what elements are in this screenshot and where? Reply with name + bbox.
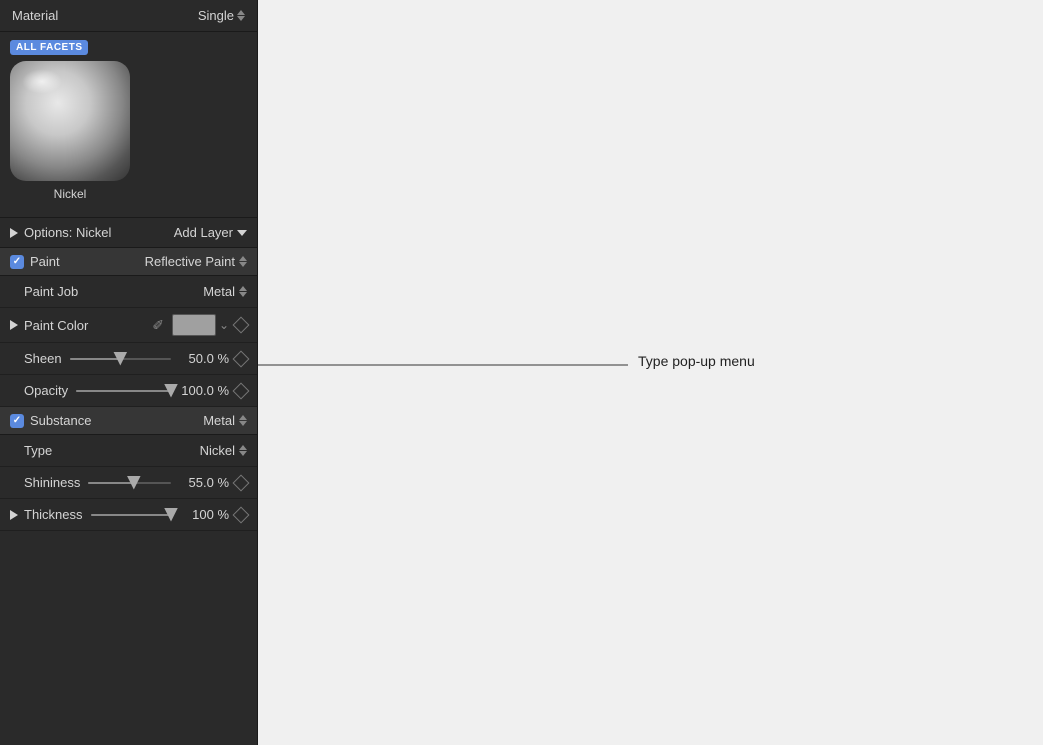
paint-job-label: Paint Job	[24, 284, 78, 299]
left-panel: Material Single ALL FACETS Nickel Option…	[0, 0, 258, 745]
annotation-svg	[258, 310, 1043, 745]
opacity-slider-fill	[76, 390, 171, 392]
shininess-slider-track[interactable]	[88, 482, 171, 484]
thickness-value: 100 %	[179, 507, 229, 522]
paint-job-stepper[interactable]	[239, 286, 247, 297]
thickness-row: Thickness 100 %	[0, 499, 257, 531]
paint-type-stepper[interactable]	[239, 256, 247, 267]
shininess-slider-fill	[88, 482, 133, 484]
type-value-control[interactable]: Nickel	[200, 443, 247, 458]
sheen-slider[interactable]	[70, 358, 171, 360]
opacity-slider-track[interactable]	[76, 390, 171, 392]
substance-section-header: Substance Metal	[0, 407, 257, 435]
opacity-value: 100.0 %	[179, 383, 229, 398]
paint-checkbox[interactable]	[10, 255, 24, 269]
paint-type[interactable]: Reflective Paint	[145, 254, 247, 269]
expand-icon[interactable]	[10, 228, 18, 238]
paint-job-row: Paint Job Metal	[0, 276, 257, 308]
paint-color-diamond-icon[interactable]	[233, 317, 250, 334]
opacity-slider[interactable]	[76, 390, 171, 392]
single-stepper[interactable]: Single	[198, 8, 245, 23]
type-row: Type Nickel	[0, 435, 257, 467]
stepper-arrows[interactable]	[237, 10, 245, 21]
substance-type-stepper[interactable]	[239, 415, 247, 426]
opacity-diamond-icon[interactable]	[233, 382, 250, 399]
paint-title: Paint	[30, 254, 60, 269]
opacity-row: Opacity 100.0 %	[0, 375, 257, 407]
thickness-diamond-icon[interactable]	[233, 506, 250, 523]
paint-job-value-text: Metal	[203, 284, 235, 299]
paint-color-row: Paint Color ✐ ⌄	[0, 308, 257, 343]
sheen-slider-fill	[70, 358, 121, 360]
pipette-icon[interactable]: ✐	[152, 317, 164, 334]
options-row: Options: Nickel Add Layer	[0, 217, 257, 248]
arrow-down-icon	[239, 451, 247, 456]
arrow-up-icon[interactable]	[237, 10, 245, 15]
color-chevron-icon[interactable]: ⌄	[219, 318, 229, 332]
shininess-row: Shininess 55.0 %	[0, 467, 257, 499]
sheen-value: 50.0 %	[179, 351, 229, 366]
opacity-label: Opacity	[24, 383, 68, 398]
right-area: Type pop-up menu	[258, 0, 1043, 745]
arrow-down-icon	[239, 262, 247, 267]
arrow-up-icon	[239, 256, 247, 261]
annotation-text: Type pop-up menu	[638, 353, 755, 369]
arrow-down-icon	[239, 292, 247, 297]
single-label: Single	[198, 8, 234, 23]
material-name: Nickel	[54, 187, 87, 201]
material-thumbnail[interactable]	[10, 61, 130, 181]
arrow-down-icon[interactable]	[237, 16, 245, 21]
type-label: Type	[24, 443, 52, 458]
options-label: Options: Nickel	[24, 225, 111, 240]
panel-title: Material	[12, 8, 58, 23]
all-facets-tab[interactable]: ALL FACETS	[10, 40, 88, 55]
facets-area: ALL FACETS Nickel	[0, 32, 257, 217]
chevron-down-icon	[237, 230, 247, 236]
paint-section-header: Paint Reflective Paint	[0, 248, 257, 276]
options-left: Options: Nickel	[10, 225, 111, 240]
thickness-slider-fill	[91, 514, 171, 516]
shininess-diamond-icon[interactable]	[233, 474, 250, 491]
panel-header: Material Single	[0, 0, 257, 32]
shininess-value: 55.0 %	[179, 475, 229, 490]
sheen-row: Sheen 50.0 %	[0, 343, 257, 375]
shininess-slider[interactable]	[88, 482, 171, 484]
thickness-slider-track[interactable]	[91, 514, 171, 516]
substance-type[interactable]: Metal	[203, 413, 247, 428]
type-stepper[interactable]	[239, 445, 247, 456]
paint-job-value[interactable]: Metal	[203, 284, 247, 299]
type-value-text: Nickel	[200, 443, 235, 458]
shininess-label: Shininess	[24, 475, 80, 490]
sheen-slider-track[interactable]	[70, 358, 171, 360]
substance-type-value: Metal	[203, 413, 235, 428]
paint-color-expand-icon[interactable]	[10, 320, 18, 330]
thickness-slider[interactable]	[91, 514, 171, 516]
paint-color-label: Paint Color	[24, 318, 88, 333]
add-layer-label: Add Layer	[174, 225, 233, 240]
paint-section-left: Paint	[10, 254, 60, 269]
arrow-up-icon	[239, 445, 247, 450]
paint-color-swatch[interactable]	[172, 314, 216, 336]
substance-checkbox[interactable]	[10, 414, 24, 428]
thickness-label: Thickness	[24, 507, 83, 522]
substance-section-left: Substance	[10, 413, 91, 428]
thickness-expand-icon[interactable]	[10, 510, 18, 520]
arrow-down-icon	[239, 421, 247, 426]
add-layer-button[interactable]: Add Layer	[174, 225, 247, 240]
facets-content: ALL FACETS Nickel	[10, 40, 247, 209]
sheen-diamond-icon[interactable]	[233, 350, 250, 367]
substance-title: Substance	[30, 413, 91, 428]
paint-type-value: Reflective Paint	[145, 254, 235, 269]
annotation-area: Type pop-up menu	[258, 310, 1043, 745]
arrow-up-icon	[239, 415, 247, 420]
sheen-label: Sheen	[24, 351, 62, 366]
arrow-up-icon	[239, 286, 247, 291]
